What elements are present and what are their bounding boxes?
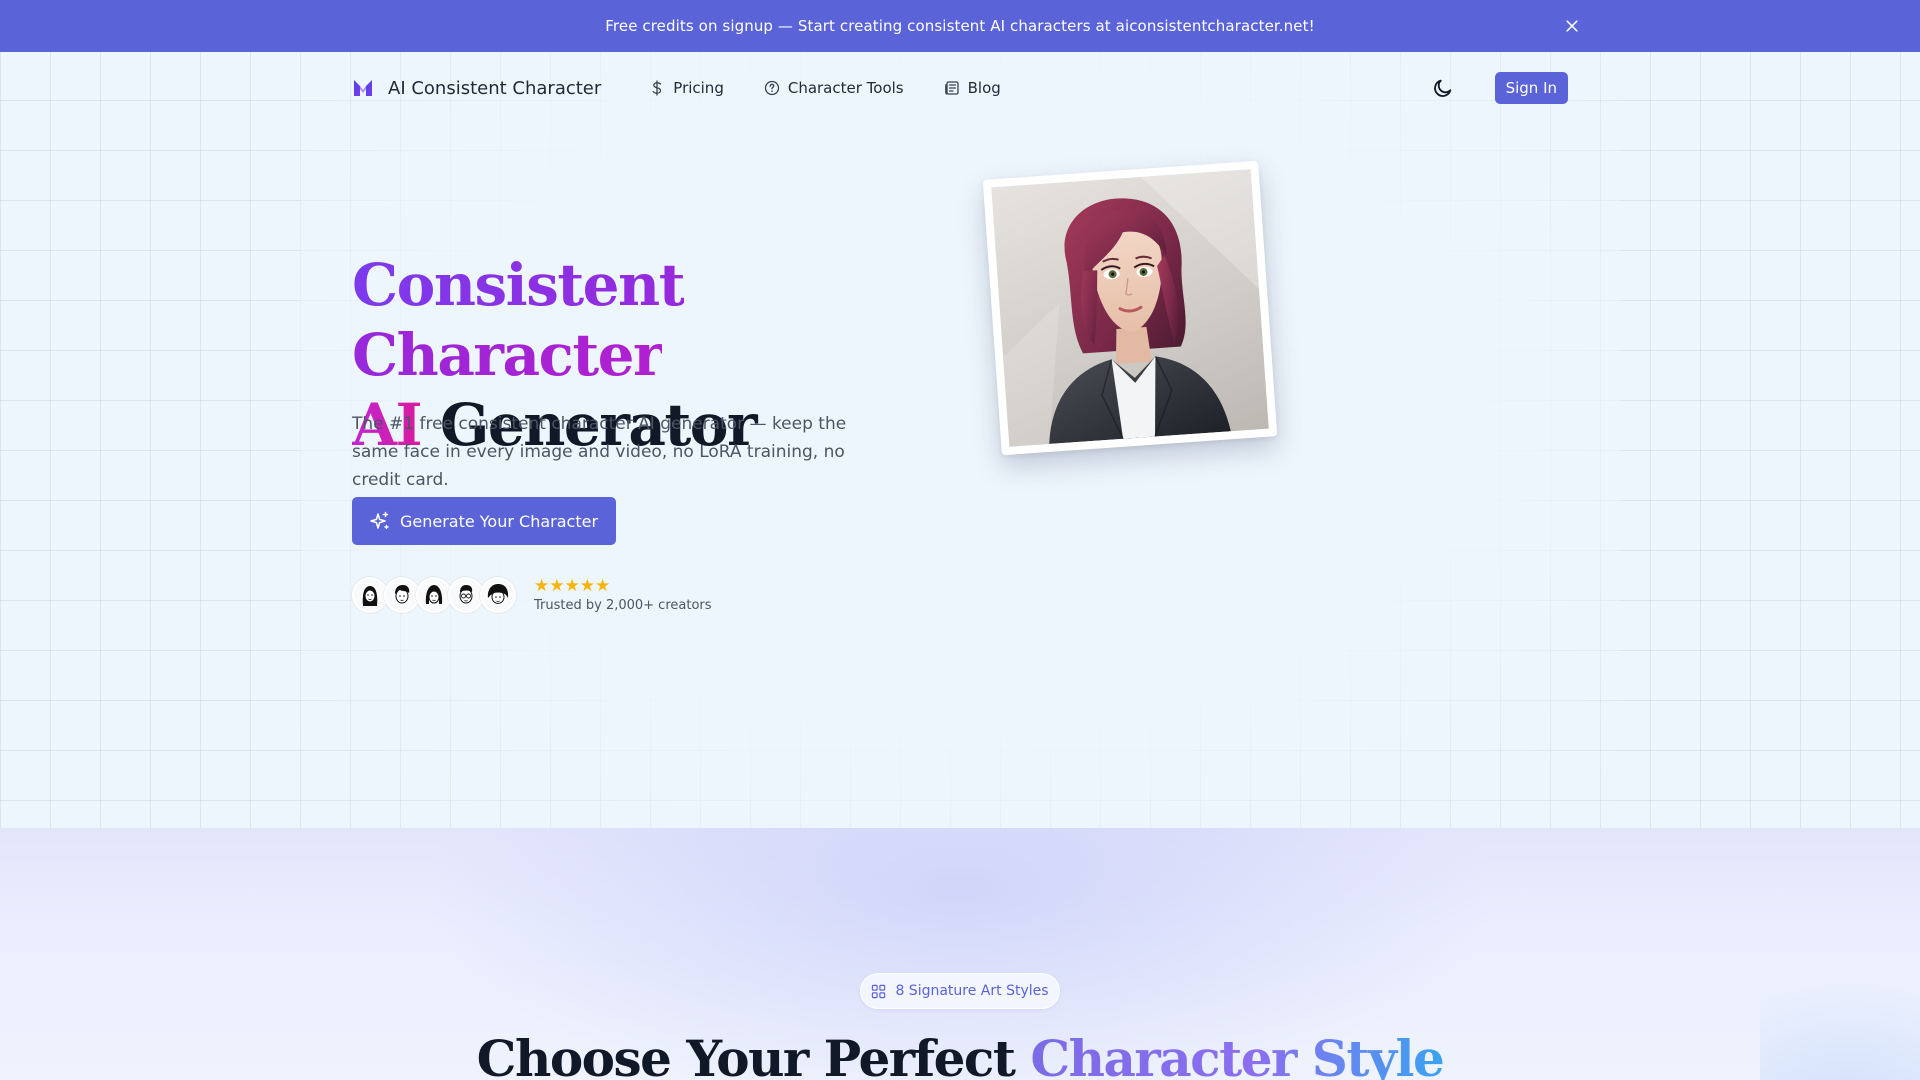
nav-link-character-tools[interactable]: Character Tools (764, 79, 904, 97)
badge-label: 8 Signature Art Styles (895, 983, 1049, 999)
hero-subtext: The #1 free consistent character AI gene… (352, 414, 847, 490)
sign-in-button[interactable]: Sign In (1494, 72, 1568, 104)
trusted-by-text: Trusted by 2,000+ creators (534, 598, 712, 613)
avatar (384, 576, 420, 613)
character-image (991, 169, 1269, 447)
signature-styles-badge: 8 Signature Art Styles (860, 973, 1060, 1009)
avatar (448, 576, 484, 613)
brand-logo[interactable]: AI Consistent Character (352, 77, 601, 99)
dollar-icon (652, 80, 662, 96)
generate-character-button[interactable]: Generate Your Character (352, 497, 616, 545)
cta-label: Generate Your Character (399, 511, 599, 531)
sparkles-icon (370, 511, 389, 530)
nav-actions: Sign In (1431, 70, 1568, 106)
brand-name: AI Consistent Character (388, 77, 602, 99)
close-icon[interactable] (1562, 16, 1582, 36)
character-portrait (982, 160, 1278, 456)
grid-icon (872, 984, 886, 998)
avatar (352, 576, 388, 613)
section-title-part2: Character Style (1030, 1029, 1444, 1080)
avatar (416, 576, 452, 613)
section-title: Choose Your Perfect Character Style (0, 1026, 1920, 1080)
nav-link-blog[interactable]: Blog (944, 79, 1001, 97)
section-title-part1: Choose Your Perfect (476, 1029, 1031, 1080)
help-circle-icon (764, 80, 779, 96)
nav-link-pricing[interactable]: Pricing (649, 79, 724, 97)
rating-block: ★★★★★ Trusted by 2,000+ creators (534, 576, 712, 613)
avatar (480, 576, 516, 613)
star-rating: ★★★★★ (534, 576, 611, 596)
headline-gradient-part: Consistent Character (352, 251, 686, 389)
nav-links: Pricing Character Tools Blog (649, 79, 1001, 97)
promo-banner: Free credits on signup — Start creating … (0, 0, 1920, 52)
top-navigation: AI Consistent Character Pricing Characte… (352, 70, 1568, 106)
nav-link-label: Character Tools (787, 79, 904, 97)
promo-banner-text: Free credits on signup — Start creating … (605, 17, 1315, 35)
nav-link-label: Blog (967, 79, 1001, 97)
creator-avatars (352, 576, 516, 613)
moon-icon[interactable] (1431, 76, 1455, 100)
newspaper-icon (944, 81, 959, 95)
nav-link-label: Pricing (673, 79, 724, 97)
social-proof: ★★★★★ Trusted by 2,000+ creators (352, 576, 712, 613)
logo-icon (354, 80, 372, 96)
